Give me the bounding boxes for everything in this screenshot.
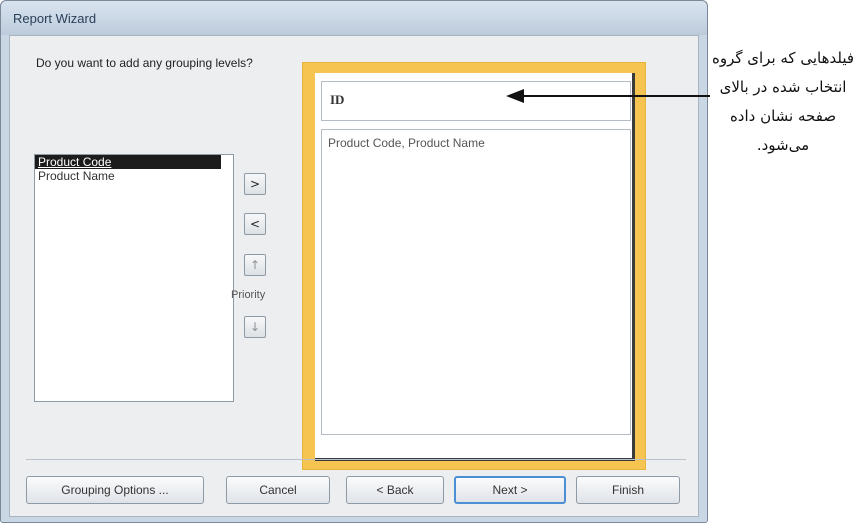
grouping-question: Do you want to add any grouping levels?	[36, 56, 253, 70]
remove-grouping-button[interactable]: <	[244, 213, 266, 235]
report-wizard-dialog: Report Wizard Do you want to add any gro…	[0, 0, 708, 523]
list-item-product-code[interactable]: Product Code	[35, 155, 221, 169]
group-field-label: ID	[330, 92, 345, 107]
next-button[interactable]: Next >	[454, 476, 566, 504]
add-grouping-button[interactable]: >	[244, 173, 266, 195]
priority-up-button[interactable]: ↑	[244, 254, 266, 276]
back-button[interactable]: < Back	[346, 476, 444, 504]
priority-label: Priority	[231, 289, 266, 301]
annotation-note: فیلدهایی که برای گروه انتخاب شده در بالا…	[711, 49, 855, 154]
window-title: Report Wizard	[13, 11, 97, 26]
annotation-arrow-icon	[506, 89, 710, 103]
button-separator	[26, 459, 686, 460]
report-preview-frame: ID Product Code, Product Name	[302, 62, 646, 470]
priority-down-button[interactable]: ↓	[244, 316, 266, 338]
grouping-options-button[interactable]: Grouping Options ...	[26, 476, 204, 504]
cancel-button[interactable]: Cancel	[226, 476, 330, 504]
wizard-body: Do you want to add any grouping levels? …	[9, 35, 699, 517]
detail-section-preview: Product Code, Product Name	[321, 129, 631, 435]
finish-button[interactable]: Finish	[576, 476, 680, 504]
available-fields-list[interactable]: Product Code Product Name	[34, 154, 234, 402]
detail-fields-label: Product Code, Product Name	[328, 136, 485, 150]
list-item-product-name[interactable]: Product Name	[35, 169, 233, 183]
title-bar[interactable]: Report Wizard	[1, 1, 707, 35]
report-preview-page: ID Product Code, Product Name	[315, 73, 635, 461]
